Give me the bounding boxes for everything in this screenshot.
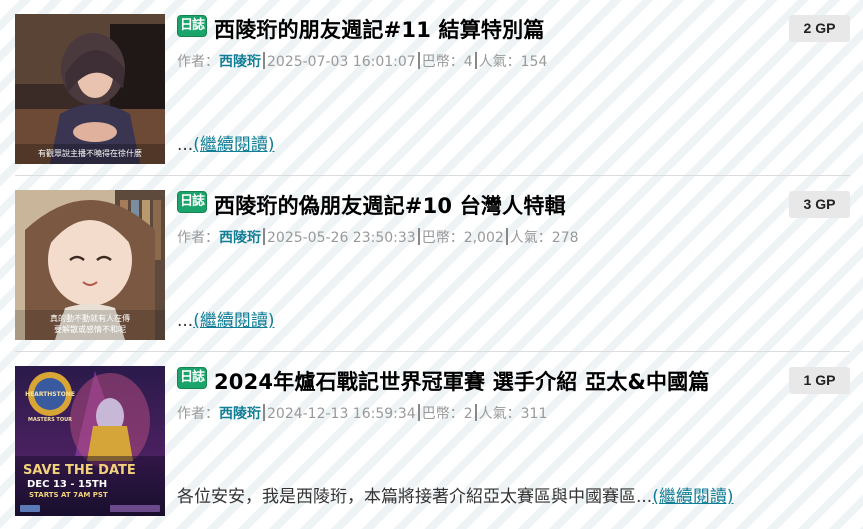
author-label: 作者：: [177, 406, 219, 422]
post-summary: 各位安安，我是西陵珩，本篇將接著介紹亞太賽區與中國賽區...(繼續閱讀): [177, 485, 733, 509]
meta-separator: [417, 404, 420, 421]
post-summary: ...(繼續閱讀): [177, 133, 274, 157]
author-label: 作者：: [177, 230, 219, 246]
coins-count: 2,002: [463, 230, 504, 246]
thumbnail-image: HEARTHSTONE MASTERS TOUR SAVE THE DATE D…: [15, 366, 165, 516]
poster-dates: DEC 13 - 15TH: [27, 479, 107, 490]
post-date: 2025-07-03 16:01:07: [267, 54, 416, 70]
post-title[interactable]: 2024年爐石戰記世界冠軍賽 選手介紹 亞太&中國篇: [214, 366, 774, 398]
meta-separator: [263, 228, 265, 245]
thumbnail-image: 真的動不動就有人在傳 要解散或感情不和呢: [15, 190, 165, 340]
summary-text: ...: [177, 135, 194, 155]
journal-tag-badge: 日誌: [177, 191, 207, 213]
post-date: 2024-12-13 16:59:34: [267, 406, 416, 422]
post-meta: 作者：西陵珩 2025-05-26 23:50:33 巴幣：2,002 人氣：278: [177, 228, 579, 248]
coins-label: 巴幣：: [421, 406, 464, 422]
post-title[interactable]: 西陵珩的偽朋友週記#10 台灣人特輯: [214, 190, 774, 222]
post-row: HEARTHSTONE MASTERS TOUR SAVE THE DATE D…: [0, 352, 863, 528]
post-row: 真的動不動就有人在傳 要解散或感情不和呢 日誌 西陵珩的偽朋友週記#10 台灣人…: [0, 176, 863, 352]
thumbnail-caption: 真的動不動就有人在傳: [50, 313, 130, 323]
poster-subtitle: MASTERS TOUR: [28, 417, 72, 423]
coins-count: 4: [463, 54, 473, 70]
gp-count: 3 GP: [789, 191, 850, 218]
coins-label: 巴幣：: [421, 54, 464, 70]
author-label: 作者：: [177, 54, 219, 70]
coins-count: 2: [463, 406, 473, 422]
post-thumbnail[interactable]: HEARTHSTONE MASTERS TOUR SAVE THE DATE D…: [15, 366, 165, 516]
views-label: 人氣：: [478, 406, 521, 422]
meta-separator: [263, 404, 265, 421]
meta-separator: [417, 52, 420, 69]
journal-tag-badge: 日誌: [177, 367, 207, 389]
coins-label: 巴幣：: [421, 230, 464, 246]
views-count: 278: [551, 230, 579, 246]
summary-text: ...: [177, 311, 194, 331]
meta-separator: [474, 404, 477, 421]
post-title[interactable]: 西陵珩的朋友週記#11 結算特別篇: [214, 14, 774, 46]
meta-separator: [263, 52, 265, 69]
author-link[interactable]: 西陵珩: [219, 54, 261, 70]
post-meta: 作者：西陵珩 2024-12-13 16:59:34 巴幣：2 人氣：311: [177, 404, 547, 424]
post-thumbnail[interactable]: 有觀眾說主播不曉得在徐什麼: [15, 14, 165, 164]
journal-tag-badge: 日誌: [177, 15, 207, 37]
post-date: 2025-05-26 23:50:33: [267, 230, 416, 246]
read-more-link[interactable]: (繼續閱讀): [652, 487, 733, 507]
summary-text: 各位安安，我是西陵珩，本篇將接著介紹亞太賽區與中國賽區...: [177, 487, 653, 507]
gp-count: 2 GP: [789, 15, 850, 42]
read-more-link[interactable]: (繼續閱讀): [193, 135, 274, 155]
meta-separator: [474, 52, 477, 69]
post-meta: 作者：西陵珩 2025-07-03 16:01:07 巴幣：4 人氣：154: [177, 52, 547, 72]
views-label: 人氣：: [478, 54, 521, 70]
poster-headline: SAVE THE DATE: [23, 463, 136, 478]
poster-logo-text: HEARTHSTONE: [25, 391, 75, 398]
gp-count: 1 GP: [789, 367, 850, 394]
post-summary: ...(繼續閱讀): [177, 309, 274, 333]
views-label: 人氣：: [509, 230, 552, 246]
read-more-link[interactable]: (繼續閱讀): [193, 311, 274, 331]
thumbnail-caption: 有觀眾說主播不曉得在徐什麼: [38, 148, 142, 158]
thumbnail-caption: 要解散或感情不和呢: [54, 324, 126, 334]
author-link[interactable]: 西陵珩: [219, 230, 261, 246]
views-count: 311: [520, 406, 548, 422]
thumbnail-image: 有觀眾說主播不曉得在徐什麼: [15, 14, 165, 164]
meta-separator: [417, 228, 420, 245]
views-count: 154: [520, 54, 548, 70]
author-link[interactable]: 西陵珩: [219, 406, 261, 422]
meta-separator: [505, 228, 508, 245]
post-thumbnail[interactable]: 真的動不動就有人在傳 要解散或感情不和呢: [15, 190, 165, 340]
post-row: 有觀眾說主播不曉得在徐什麼 日誌 西陵珩的朋友週記#11 結算特別篇 2 GP …: [0, 0, 863, 176]
poster-time: STARTS AT 7AM PST: [29, 491, 108, 499]
